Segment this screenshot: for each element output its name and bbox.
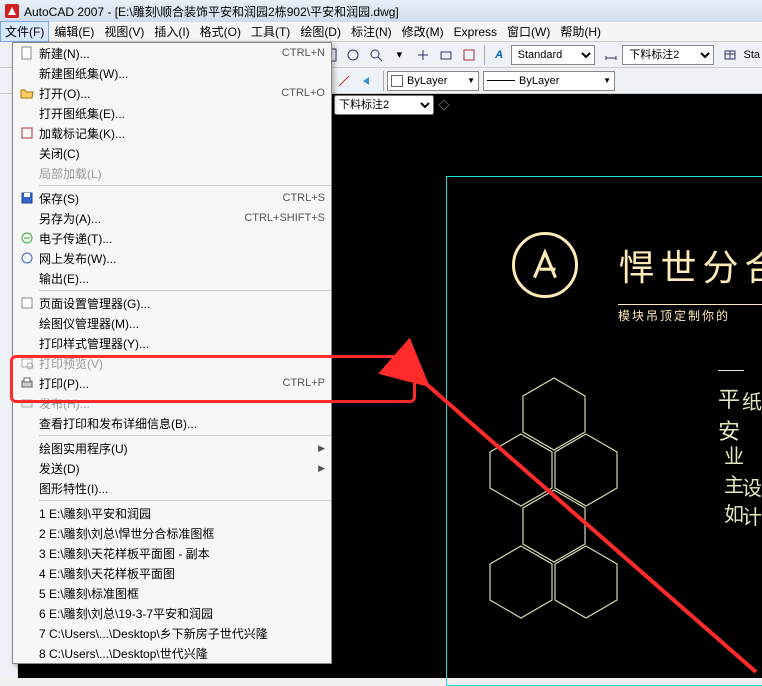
menu-load-markup[interactable]: 加载标记集(K)... — [13, 123, 331, 143]
brand-subtitle: 模块吊顶定制你的 — [618, 307, 762, 324]
tool-icon[interactable] — [458, 44, 479, 66]
printer-icon — [15, 376, 39, 390]
menu-recent-5[interactable]: 5 E:\雕刻\标准图框 — [13, 583, 331, 603]
menu-print[interactable]: 打印(P)... CTRL+P — [13, 373, 331, 393]
menu-open[interactable]: 打开(O)... CTRL+O — [13, 83, 331, 103]
menu-save[interactable]: 保存(S) CTRL+S — [13, 188, 331, 208]
menu-tools[interactable]: 工具(T) — [246, 21, 295, 42]
menu-new-sheetset[interactable]: 新建图纸集(W)... — [13, 63, 331, 83]
web-icon — [15, 251, 39, 265]
submenu-arrow-icon: ▶ — [318, 463, 325, 474]
sta-label: Sta — [743, 49, 760, 61]
menu-saveas[interactable]: 另存为(A)...CTRL+SHIFT+S — [13, 208, 331, 228]
save-icon — [15, 191, 39, 205]
menu-recent-6[interactable]: 6 E:\雕刻\刘总\19-3-7平安和润园 — [13, 603, 331, 623]
publish-icon — [15, 396, 39, 410]
menu-recent-4[interactable]: 4 E:\雕刻\天花样板平面图 — [13, 563, 331, 583]
brand-title: 悍世分合 — [618, 239, 762, 291]
menu-file[interactable]: 文件(F) — [0, 21, 49, 42]
page-setup-icon — [15, 296, 39, 310]
menu-export[interactable]: 输出(E)... — [13, 268, 331, 288]
dim-style-icon[interactable] — [600, 44, 621, 66]
menu-window[interactable]: 窗口(W) — [502, 21, 555, 42]
zoom-icon[interactable] — [366, 44, 387, 66]
menu-open-sheetset[interactable]: 打开图纸集(E)... — [13, 103, 331, 123]
new-file-icon — [15, 46, 39, 60]
tool-icon[interactable]: ▾ — [389, 44, 410, 66]
menu-recent-2[interactable]: 2 E:\雕刻\刘总\悍世分合标准图框 — [13, 523, 331, 543]
menu-partial-load: 局部加载(L) — [13, 163, 331, 183]
pan-icon[interactable] — [412, 44, 433, 66]
markup-icon — [15, 126, 39, 140]
etransmit-icon — [15, 231, 39, 245]
print-preview-icon — [15, 356, 39, 370]
menu-send[interactable]: 发送(D)▶ — [13, 458, 331, 478]
menu-dimension[interactable]: 标注(N) — [346, 21, 397, 42]
title-bar: AutoCAD 2007 - [E:\雕刻\顺合装饰平安和润园2栋902\平安和… — [0, 0, 762, 22]
open-folder-icon — [15, 86, 39, 100]
menu-plotter-mgr[interactable]: 绘图仪管理器(M)... — [13, 313, 331, 333]
menu-recent-1[interactable]: 1 E:\雕刻\平安和润园 — [13, 503, 331, 523]
tool-icon[interactable] — [434, 95, 454, 115]
tool-icon[interactable] — [342, 44, 363, 66]
file-menu-dropdown: 新建(N)... CTRL+N 新建图纸集(W)... 打开(O)... CTR… — [12, 42, 332, 664]
menu-bar: 文件(F) 编辑(E) 视图(V) 插入(I) 格式(O) 工具(T) 绘图(D… — [0, 22, 762, 42]
menu-publish[interactable]: 发布(H)... — [13, 393, 331, 413]
menu-close[interactable]: 关闭(C) — [13, 143, 331, 163]
menu-insert[interactable]: 插入(I) — [149, 21, 194, 42]
menu-help[interactable]: 帮助(H) — [555, 21, 606, 42]
menu-view-plot-details[interactable]: 查看打印和发布详细信息(B)... — [13, 413, 331, 433]
menu-view[interactable]: 视图(V) — [99, 21, 149, 42]
tool-icon[interactable] — [435, 44, 456, 66]
menu-modify[interactable]: 修改(M) — [397, 21, 449, 42]
dim-style-dropdown[interactable]: 下料标注2 — [622, 45, 714, 65]
menu-etransmit[interactable]: 电子传递(T)... — [13, 228, 331, 248]
menu-recent-8[interactable]: 8 C:\Users\...\Desktop\世代兴隆 — [13, 643, 331, 663]
color-swatch — [391, 75, 403, 87]
menu-draw[interactable]: 绘图(D) — [295, 21, 346, 42]
linetype-dropdown[interactable]: ByLayer ▼ — [483, 71, 615, 91]
canvas-text: 纸 — [742, 386, 762, 415]
window-title: AutoCAD 2007 - [E:\雕刻\顺合装饰平安和润园2栋902\平安和… — [24, 3, 399, 20]
table-style-icon[interactable] — [719, 44, 740, 66]
menu-edit[interactable]: 编辑(E) — [49, 21, 99, 42]
menu-recent-7[interactable]: 7 C:\Users\...\Desktop\乡下新房子世代兴隆 — [13, 623, 331, 643]
menu-page-setup[interactable]: 页面设置管理器(G)... — [13, 293, 331, 313]
menu-format[interactable]: 格式(O) — [195, 21, 246, 42]
text-style-icon[interactable]: A — [488, 44, 509, 66]
text-style-dropdown[interactable]: Standard — [511, 45, 596, 65]
submenu-arrow-icon: ▶ — [318, 443, 325, 454]
canvas-text: 设计 — [742, 472, 762, 530]
app-icon — [4, 3, 20, 19]
layer-prev-icon[interactable] — [357, 70, 379, 92]
menu-new[interactable]: 新建(N)... CTRL+N — [13, 43, 331, 63]
line-icon[interactable] — [333, 70, 355, 92]
menu-plotstyle-mgr[interactable]: 打印样式管理器(Y)... — [13, 333, 331, 353]
menu-drawing-utils[interactable]: 绘图实用程序(U)▶ — [13, 438, 331, 458]
menu-print-preview[interactable]: 打印预览(V) — [13, 353, 331, 373]
dim-style-dropdown-2[interactable]: 下料标注2 — [334, 95, 434, 115]
menu-drawing-props[interactable]: 图形特性(I)... — [13, 478, 331, 498]
menu-publish-web[interactable]: 网上发布(W)... — [13, 248, 331, 268]
brand-logo-icon — [512, 232, 578, 298]
menu-express[interactable]: Express — [449, 23, 502, 41]
brand-block: 悍世分合 模块吊顶定制你的 — [512, 232, 762, 324]
color-dropdown[interactable]: ByLayer ▼ — [387, 71, 479, 91]
menu-recent-3[interactable]: 3 E:\雕刻\天花样板平面图 - 副本 — [13, 543, 331, 563]
